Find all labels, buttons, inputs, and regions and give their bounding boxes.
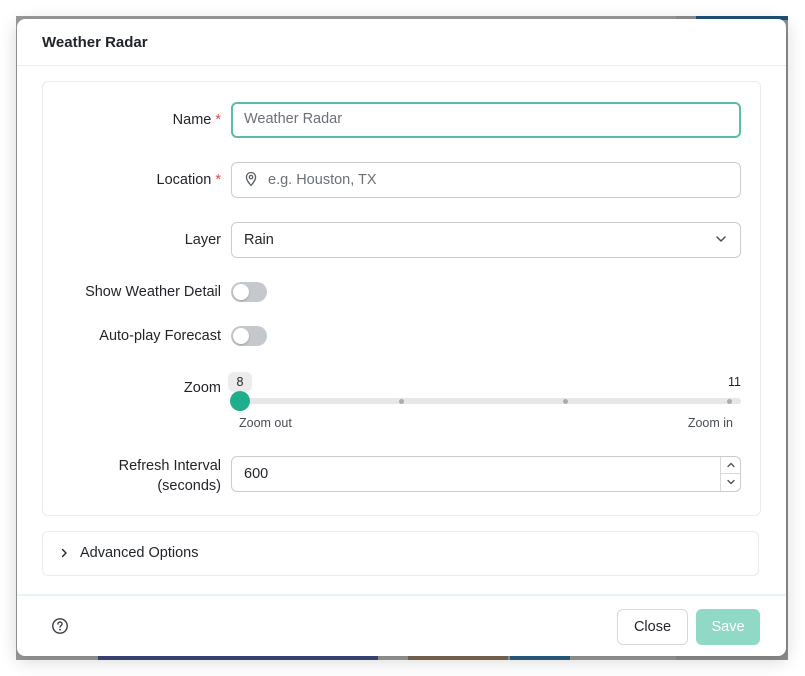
autoplay-forecast-row: Auto-play Forecast <box>43 326 760 346</box>
slider-track[interactable] <box>239 398 741 404</box>
show-weather-detail-row: Show Weather Detail <box>43 282 760 302</box>
autoplay-forecast-toggle[interactable] <box>231 326 267 346</box>
zoom-max-value: 11 <box>728 375 741 389</box>
layer-row: Layer Rain <box>43 222 760 258</box>
decrement-button[interactable] <box>721 473 740 490</box>
chevron-right-icon <box>61 548 67 558</box>
refresh-interval-value: 600 <box>244 466 269 482</box>
refresh-interval-label-line1: Refresh Interval <box>118 458 221 474</box>
name-input[interactable]: Weather Radar <box>231 102 741 138</box>
zoom-value-bubble: 8 <box>228 372 252 392</box>
close-button[interactable]: Close <box>617 609 688 645</box>
refresh-interval-label-line2: (seconds) <box>157 478 221 494</box>
dialog-footer: Close Save <box>17 594 786 656</box>
chevron-down-icon <box>726 479 735 485</box>
zoom-slider[interactable]: 8 11 Zoom out Zoom in <box>228 372 741 442</box>
show-weather-detail-toggle[interactable] <box>231 282 267 302</box>
toggle-knob <box>233 284 249 300</box>
advanced-options-label: Advanced Options <box>80 545 199 561</box>
location-placeholder: e.g. Houston, TX <box>268 172 377 188</box>
weather-radar-dialog: Weather Radar Name * Weather Radar Locati… <box>17 19 786 656</box>
layer-select[interactable]: Rain <box>231 222 741 258</box>
settings-form: Name * Weather Radar Location * e.g. Houst… <box>42 81 761 516</box>
slider-step-mark <box>727 399 732 404</box>
toggle-knob <box>233 328 249 344</box>
autoplay-forecast-label: Auto-play Forecast <box>99 328 221 344</box>
layer-select-value: Rain <box>244 232 274 248</box>
refresh-interval-input[interactable]: 600 <box>231 456 741 492</box>
dialog-title: Weather Radar <box>42 33 148 51</box>
slider-step-mark <box>399 399 404 404</box>
map-pin-icon <box>245 171 257 187</box>
save-button[interactable]: Save <box>696 609 760 645</box>
dialog-header: Weather Radar <box>17 19 786 66</box>
show-weather-detail-label: Show Weather Detail <box>85 284 221 300</box>
required-mark: * <box>215 172 221 188</box>
required-mark: * <box>215 112 221 128</box>
dialog-body[interactable]: Name * Weather Radar Location * e.g. Houst… <box>17 66 786 594</box>
zoom-slider-thumb[interactable] <box>230 391 250 411</box>
zoom-label: Zoom <box>183 380 221 396</box>
slider-step-mark <box>563 399 568 404</box>
location-row: Location * e.g. Houston, TX <box>43 162 760 198</box>
name-row: Name * Weather Radar <box>43 102 760 138</box>
refresh-interval-label: Refresh Interval (seconds) <box>119 456 221 496</box>
refresh-interval-row: Refresh Interval (seconds) 600 <box>43 456 760 496</box>
name-label: Name * <box>172 112 221 128</box>
location-input[interactable]: e.g. Houston, TX <box>231 162 741 198</box>
zoom-in-label: Zoom in <box>687 416 733 430</box>
advanced-options-toggle[interactable]: Advanced Options <box>42 531 759 576</box>
question-circle-icon[interactable] <box>51 617 69 635</box>
layer-label: Layer <box>184 232 221 248</box>
zoom-out-label: Zoom out <box>239 416 292 430</box>
number-stepper <box>720 457 740 491</box>
name-input-value: Weather Radar <box>244 111 343 127</box>
chevron-down-icon <box>716 236 726 242</box>
chevron-up-icon <box>726 462 735 468</box>
location-label: Location * <box>156 172 221 188</box>
increment-button[interactable] <box>721 457 740 473</box>
